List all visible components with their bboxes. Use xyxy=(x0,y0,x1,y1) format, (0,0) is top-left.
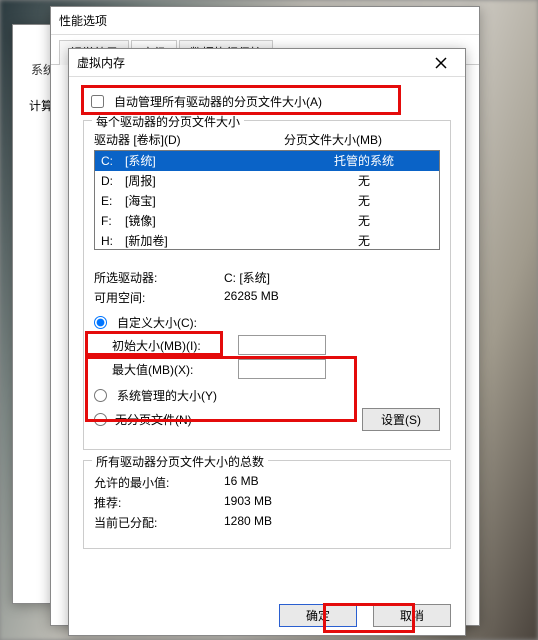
col-drive: 驱动器 [卷标](D) xyxy=(94,131,244,148)
drive-volume: [海宝] xyxy=(125,192,295,210)
drive-letter: E: xyxy=(101,192,125,210)
drive-letter: C: xyxy=(101,152,125,170)
auto-manage-label[interactable]: 自动管理所有驱动器的分页文件大小(A) xyxy=(114,93,322,110)
system-managed-radio[interactable] xyxy=(94,389,107,402)
custom-size-label[interactable]: 自定义大小(C): xyxy=(117,314,197,331)
min-value: 16 MB xyxy=(224,474,259,491)
drive-list-header: 驱动器 [卷标](D) 分页文件大小(MB) xyxy=(94,131,440,148)
auto-manage-row: 自动管理所有驱动器的分页文件大小(A) xyxy=(91,93,451,110)
selected-drive-row: 所选驱动器: C: [系统] xyxy=(94,269,440,286)
drive-row[interactable]: F:[镜像]无 xyxy=(95,211,439,231)
drive-row[interactable]: D:[周报]无 xyxy=(95,171,439,191)
drive-letter: H: xyxy=(101,232,125,250)
ok-button[interactable]: 确定 xyxy=(279,604,357,627)
virtual-memory-title: 虚拟内存 xyxy=(77,54,125,71)
col-pagefile: 分页文件大小(MB) xyxy=(284,131,382,148)
each-drive-legend: 每个驱动器的分页文件大小 xyxy=(92,113,244,130)
cur-label: 当前已分配: xyxy=(94,514,224,531)
drive-volume: [镜像] xyxy=(125,212,295,230)
set-button[interactable]: 设置(S) xyxy=(362,408,440,431)
totals-group: 所有驱动器分页文件大小的总数 允许的最小值: 16 MB 推荐: 1903 MB… xyxy=(83,460,451,549)
rec-value: 1903 MB xyxy=(224,494,272,511)
selected-drive-value: C: [系统] xyxy=(224,269,270,286)
totals-legend: 所有驱动器分页文件大小的总数 xyxy=(92,453,268,470)
min-label: 允许的最小值: xyxy=(94,474,224,491)
virtual-memory-titlebar: 虚拟内存 xyxy=(69,49,465,77)
close-icon[interactable] xyxy=(425,51,457,75)
max-size-input[interactable] xyxy=(238,359,326,379)
drive-size: 托管的系统 xyxy=(295,152,433,170)
selected-drive-label: 所选驱动器: xyxy=(94,269,224,286)
custom-size-row: 自定义大小(C): xyxy=(94,314,440,331)
custom-size-radio[interactable] xyxy=(94,316,107,329)
drive-list[interactable]: C:[系统]托管的系统D:[周报]无E:[海宝]无F:[镜像]无H:[新加卷]无 xyxy=(94,150,440,250)
each-drive-group: 每个驱动器的分页文件大小 驱动器 [卷标](D) 分页文件大小(MB) C:[系… xyxy=(83,120,451,450)
drive-row[interactable]: E:[海宝]无 xyxy=(95,191,439,211)
free-space-value: 26285 MB xyxy=(224,289,279,306)
max-size-label: 最大值(MB)(X): xyxy=(112,361,232,378)
drive-letter: F: xyxy=(101,212,125,230)
cur-row: 当前已分配: 1280 MB xyxy=(94,514,440,531)
drive-size: 无 xyxy=(295,232,433,250)
free-space-label: 可用空间: xyxy=(94,289,224,306)
dialog-footer: 确定 取消 xyxy=(279,604,451,627)
initial-size-label: 初始大小(MB)(I): xyxy=(112,337,232,354)
drive-size: 无 xyxy=(295,172,433,190)
initial-size-row: 初始大小(MB)(I): xyxy=(94,335,440,355)
virtual-memory-dialog: 虚拟内存 自动管理所有驱动器的分页文件大小(A) 每个驱动器的分页文件大小 驱动… xyxy=(68,48,466,636)
drive-volume: [新加卷] xyxy=(125,232,295,250)
drive-volume: [周报] xyxy=(125,172,295,190)
drive-row[interactable]: C:[系统]托管的系统 xyxy=(95,151,439,171)
drive-volume: [系统] xyxy=(125,152,295,170)
system-managed-row: 系统管理的大小(Y) xyxy=(94,387,440,404)
auto-manage-checkbox[interactable] xyxy=(91,95,104,108)
initial-size-input[interactable] xyxy=(238,335,326,355)
cur-value: 1280 MB xyxy=(224,514,272,531)
drive-size: 无 xyxy=(295,212,433,230)
system-managed-label[interactable]: 系统管理的大小(Y) xyxy=(117,387,217,404)
no-paging-label[interactable]: 无分页文件(N) xyxy=(115,411,192,428)
rec-label: 推荐: xyxy=(94,494,224,511)
drive-row[interactable]: H:[新加卷]无 xyxy=(95,231,439,250)
free-space-row: 可用空间: 26285 MB xyxy=(94,289,440,306)
rec-row: 推荐: 1903 MB xyxy=(94,494,440,511)
drive-size: 无 xyxy=(295,192,433,210)
cancel-button[interactable]: 取消 xyxy=(373,604,451,627)
max-size-row: 最大值(MB)(X): xyxy=(94,359,440,379)
no-paging-radio[interactable] xyxy=(94,413,107,426)
drive-letter: D: xyxy=(101,172,125,190)
performance-options-titlebar: 性能选项 xyxy=(51,7,479,35)
no-paging-row: 无分页文件(N) 设置(S) xyxy=(94,408,440,431)
performance-options-title: 性能选项 xyxy=(59,12,107,29)
min-row: 允许的最小值: 16 MB xyxy=(94,474,440,491)
